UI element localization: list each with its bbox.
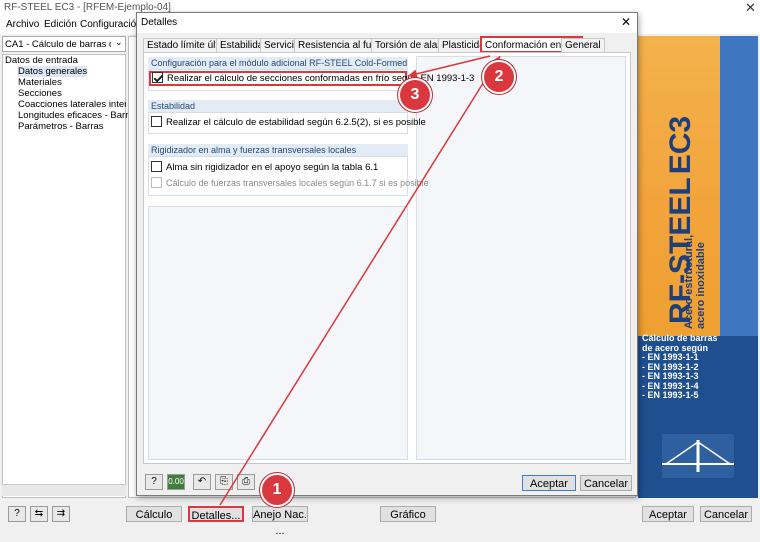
- rigidizador-label: Alma sin rigidizador en el apoyo según l…: [166, 162, 379, 174]
- banner-subtitle-block: Acero estructural, acero inoxidable: [683, 209, 717, 329]
- tree-item-secciones[interactable]: Secciones: [18, 88, 62, 99]
- menu-archivo[interactable]: Archivo: [6, 19, 39, 30]
- cold-formed-label: Realizar el cálculo de secciones conform…: [167, 73, 475, 85]
- tree-root[interactable]: Datos de entrada: [5, 55, 78, 66]
- case-selector-value: CA1 - Cálculo de barras de acer: [5, 39, 111, 50]
- marker-3: 3: [400, 80, 430, 110]
- dialog-title: Detalles: [141, 17, 178, 28]
- dialog-reset-icon[interactable]: ↶: [193, 474, 211, 490]
- dialog-zoom-icon[interactable]: 0.00: [167, 474, 185, 490]
- rigidizador-option-row[interactable]: Alma sin rigidizador en el apoyo según l…: [151, 161, 379, 174]
- group-cold-formed-header: Configuración para el módulo adicional R…: [148, 57, 408, 69]
- tree-scrollbar[interactable]: [2, 484, 126, 496]
- tree-item-parametros[interactable]: Parámetros - Barras: [18, 121, 104, 132]
- dialog-aceptar-button[interactable]: Aceptar: [522, 475, 576, 491]
- bridge-logo-icon: [662, 434, 734, 478]
- dialog-load-icon[interactable]: ⎘: [215, 474, 233, 490]
- chevron-down-icon: ⌄: [115, 37, 123, 47]
- banner-subtitle-1: Acero estructural,: [683, 234, 695, 329]
- right-preview-panel: [416, 56, 626, 460]
- close-icon[interactable]: ✕: [745, 0, 756, 16]
- tree-item-coacciones[interactable]: Coacciones laterales intermedia: [18, 99, 126, 110]
- marker-2: 2: [484, 62, 514, 92]
- calculo-button[interactable]: Cálculo: [126, 506, 182, 522]
- dialog-cancelar-button[interactable]: Cancelar: [580, 475, 632, 491]
- fuerzas-checkbox: [151, 177, 162, 189]
- menu-configuracion[interactable]: Configuración: [80, 19, 142, 30]
- import-icon[interactable]: ⇆: [30, 506, 48, 522]
- product-banner: RF-STEEL EC3 Acero estructural, acero in…: [638, 36, 758, 498]
- banner-line: - EN 1993-1-5: [642, 390, 699, 400]
- aceptar-main-button[interactable]: Aceptar: [642, 506, 694, 522]
- banner-title2: EC3: [664, 115, 697, 175]
- banner-blue-band: [720, 36, 758, 336]
- tab-general[interactable]: General: [561, 38, 605, 52]
- dialog-save-icon[interactable]: ⎙: [237, 474, 255, 490]
- help-icon[interactable]: ?: [8, 506, 26, 522]
- left-preview-panel: [148, 206, 408, 460]
- banner-subtitle-2: acero inoxidable: [695, 242, 707, 329]
- estabilidad-label: Realizar el cálculo de estabilidad según…: [166, 117, 426, 129]
- export-icon[interactable]: ⇉: [52, 506, 70, 522]
- dialog-close-icon[interactable]: ✕: [621, 15, 631, 29]
- tree-item-materiales[interactable]: Materiales: [18, 77, 62, 88]
- group-estabilidad-header: Estabilidad: [148, 100, 408, 112]
- detalles-button[interactable]: Detalles...: [188, 506, 244, 522]
- banner-text: Cálculo de barras de acero según - EN 19…: [642, 333, 758, 401]
- marker-1: 1: [262, 475, 292, 505]
- fuerzas-option-row: Cálculo de fuerzas transversales locales…: [151, 177, 429, 189]
- zoom-label: 0.00: [168, 477, 184, 486]
- case-selector[interactable]: CA1 - Cálculo de barras de acer ⌄: [2, 36, 126, 52]
- dialog-help-icon[interactable]: ?: [145, 474, 163, 490]
- cancelar-main-button[interactable]: Cancelar: [700, 506, 752, 522]
- rigidizador-checkbox[interactable]: [151, 161, 162, 172]
- group-rigidizador-header: Rigidizador en alma y fuerzas transversa…: [148, 144, 408, 156]
- grafico-button[interactable]: Gráfico: [380, 506, 436, 522]
- estabilidad-option-row[interactable]: Realizar el cálculo de estabilidad según…: [151, 116, 426, 129]
- dialog-title-bar: Detalles ✕: [137, 13, 637, 33]
- fuerzas-label: Cálculo de fuerzas transversales locales…: [166, 178, 429, 188]
- tree-item-datos-generales[interactable]: Datos generales: [18, 66, 88, 77]
- cold-formed-option-row[interactable]: Realizar el cálculo de secciones conform…: [149, 71, 474, 86]
- cold-formed-checkbox[interactable]: [152, 72, 163, 83]
- estabilidad-checkbox[interactable]: [151, 116, 162, 127]
- tree-item-longitudes[interactable]: Longitudes eficaces - Barras: [18, 110, 138, 121]
- menu-edicion[interactable]: Edición: [44, 19, 77, 30]
- anejo-nac-button[interactable]: Anejo Nac. ...: [252, 506, 308, 537]
